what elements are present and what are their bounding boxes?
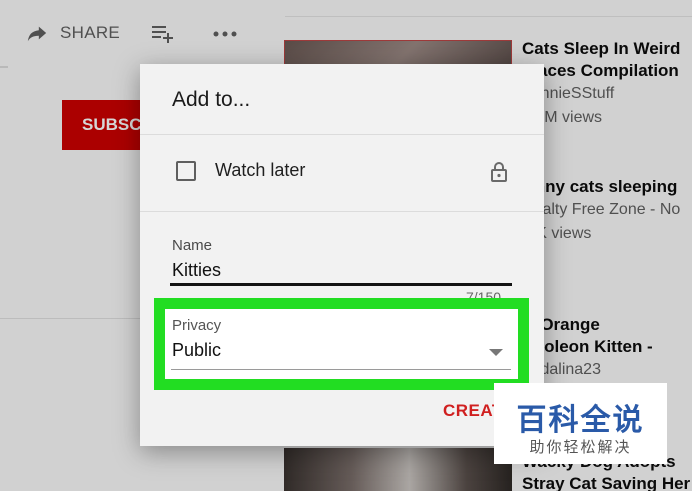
privacy-label: Privacy [172,317,222,334]
privacy-field: Privacy Public [165,309,518,379]
add-to-playlist-dialog: Add to... Watch later Name 7/150 Privacy… [140,64,544,446]
privacy-highlight: Privacy Public [154,298,529,390]
name-field-label: Name [172,237,213,254]
watch-later-checkbox[interactable] [176,161,196,181]
dialog-title: Add to... [172,88,251,111]
playlist-name-input[interactable] [170,258,512,286]
watermark-logo: 百科全说 助你轻松解决 [494,383,667,464]
privacy-selected-value: Public [172,340,222,360]
watermark-subtitle: 助你轻松解决 [529,439,632,456]
dropdown-caret-icon [489,349,503,356]
lock-icon [491,162,507,182]
watch-later-label: Watch later [215,160,306,180]
watermark-title: 百科全说 [516,404,645,437]
privacy-dropdown[interactable]: Public [171,337,511,370]
dialog-divider [140,211,544,212]
playlist-option-watch-later[interactable]: Watch later [140,135,544,211]
